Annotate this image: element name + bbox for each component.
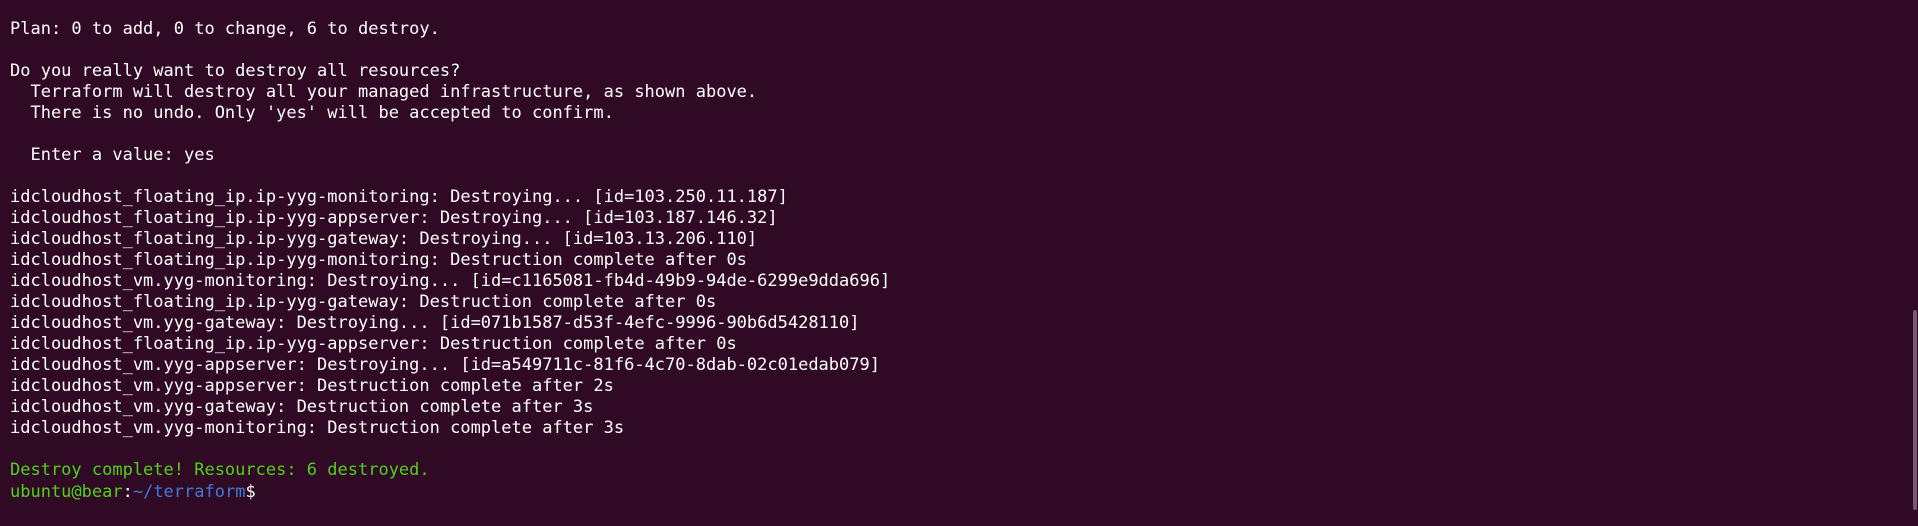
output-line: idcloudhost_floating_ip.ip-yyg-appserver… [10, 208, 778, 228]
output-line: idcloudhost_floating_ip.ip-yyg-gateway: … [10, 292, 717, 312]
terminal-window[interactable]: Plan: 0 to add, 0 to change, 6 to destro… [0, 0, 1918, 526]
output-line: idcloudhost_vm.yyg-gateway: Destruction … [10, 397, 594, 417]
terminal-output: Plan: 0 to add, 0 to change, 6 to destro… [10, 19, 1918, 481]
output-line: idcloudhost_vm.yyg-appserver: Destroying… [10, 355, 880, 375]
output-line: Terraform will destroy all your managed … [10, 82, 758, 102]
output-line: Do you really want to destroy all resour… [10, 61, 461, 81]
success-message: Destroy complete! Resources: 6 destroyed… [10, 460, 430, 480]
output-line: Enter a value: yes [10, 145, 215, 165]
output-line: There is no undo. Only 'yes' will be acc… [10, 103, 614, 123]
output-line: idcloudhost_vm.yyg-gateway: Destroying..… [10, 313, 860, 333]
scrollbar-thumb[interactable] [1913, 310, 1917, 510]
output-line: Plan: 0 to add, 0 to change, 6 to destro… [10, 19, 440, 39]
text-cursor [256, 481, 265, 500]
prompt-user-host: ubuntu@bear [10, 482, 123, 502]
prompt-separator: : [122, 482, 133, 502]
command-prompt[interactable]: ubuntu@bear:~/terraform$ [10, 481, 1918, 502]
output-line: idcloudhost_floating_ip.ip-yyg-monitorin… [10, 250, 747, 270]
output-line: idcloudhost_floating_ip.ip-yyg-gateway: … [10, 229, 758, 249]
prompt-symbol: $ [245, 482, 256, 502]
output-line: idcloudhost_vm.yyg-monitoring: Destroyin… [10, 271, 891, 291]
output-line: idcloudhost_floating_ip.ip-yyg-appserver… [10, 334, 737, 354]
output-line: idcloudhost_vm.yyg-monitoring: Destructi… [10, 418, 625, 438]
scrollbar[interactable] [1912, 0, 1918, 526]
output-line: idcloudhost_vm.yyg-appserver: Destructio… [10, 376, 614, 396]
prompt-path: ~/terraform [132, 482, 246, 502]
output-line: idcloudhost_floating_ip.ip-yyg-monitorin… [10, 187, 788, 207]
